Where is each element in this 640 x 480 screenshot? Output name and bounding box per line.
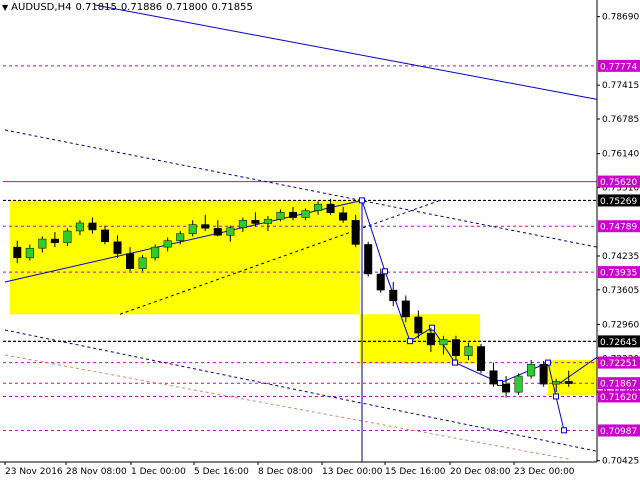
candle-body bbox=[276, 211, 285, 220]
forecast-node bbox=[553, 393, 559, 400]
level-label: 0.75269 bbox=[600, 197, 637, 207]
forecast-node bbox=[497, 380, 503, 387]
x-tick-label: 1 Dec 00:00 bbox=[131, 467, 186, 477]
candle-body bbox=[75, 222, 84, 232]
y-tick-label: 0.76140 bbox=[602, 150, 639, 160]
forecast-node bbox=[407, 338, 413, 345]
y-tick-label: 0.76785 bbox=[602, 115, 639, 125]
y-tick-label: 0.77415 bbox=[602, 81, 639, 91]
high-value: 0.71886 bbox=[120, 2, 163, 13]
candle-body bbox=[113, 241, 122, 254]
symbol-label: AUDUSD,H4 bbox=[11, 2, 72, 13]
x-tick-label: 23 Nov 2016 bbox=[5, 467, 63, 477]
candle-body bbox=[539, 363, 548, 385]
candle-body bbox=[226, 227, 235, 236]
zone-rect bbox=[548, 359, 597, 395]
candle-body bbox=[426, 332, 435, 346]
candle-body bbox=[439, 339, 448, 346]
open-value: 0.71815 bbox=[75, 2, 117, 13]
forecast-node bbox=[561, 427, 567, 434]
y-tick-label: 0.70425 bbox=[602, 457, 639, 467]
collapse-triangle-icon[interactable]: ▼ bbox=[2, 3, 8, 12]
candle-body bbox=[464, 346, 473, 356]
candle-body bbox=[100, 229, 110, 242]
candle-body bbox=[326, 203, 335, 213]
candle-body bbox=[288, 211, 298, 218]
candle-body bbox=[489, 370, 498, 385]
forecast-node bbox=[382, 268, 388, 275]
level-label: 0.74789 bbox=[600, 223, 637, 233]
candle-body bbox=[163, 240, 172, 248]
zones-layer bbox=[10, 200, 597, 395]
chart-header: ▼ AUDUSD,H4 0.71815 0.71886 0.71800 0.71855 bbox=[2, 2, 257, 13]
candle-body bbox=[251, 220, 260, 224]
level-label: 0.71867 bbox=[600, 380, 637, 390]
candle-body bbox=[213, 228, 222, 236]
candle-body bbox=[63, 230, 72, 244]
candle-body bbox=[151, 246, 160, 259]
trend-line bbox=[94, 4, 598, 100]
candle-body bbox=[414, 316, 423, 334]
y-tick-label: 0.72960 bbox=[602, 320, 639, 330]
candle-body bbox=[351, 220, 360, 245]
candle-body bbox=[339, 212, 348, 221]
forecast-node bbox=[452, 359, 458, 366]
candle-body bbox=[552, 381, 561, 385]
chart-canvas: 0.786900.774150.767850.761400.755100.742… bbox=[0, 0, 640, 477]
candle-body bbox=[50, 238, 59, 244]
candle-body bbox=[38, 238, 47, 249]
candle-body bbox=[564, 381, 573, 384]
level-label: 0.72645 bbox=[600, 338, 637, 348]
low-value: 0.71800 bbox=[166, 2, 208, 13]
candle-body bbox=[13, 246, 22, 259]
candle-body bbox=[88, 222, 97, 231]
candle-body bbox=[138, 257, 147, 269]
candle-body bbox=[401, 300, 410, 318]
level-label: 0.77774 bbox=[600, 62, 637, 72]
x-tick-label: 13 Dec 00:00 bbox=[322, 467, 383, 477]
chart-area[interactable]: 0.78690 0.77415 0.76785 0.76140 0.75510 0.742… bbox=[0, 0, 640, 480]
candle-body bbox=[527, 363, 536, 377]
level-label: 0.71620 bbox=[600, 393, 637, 403]
level-label: 0.70987 bbox=[600, 427, 637, 437]
candle-body bbox=[364, 244, 373, 275]
support-line bbox=[4, 354, 571, 460]
candle-body bbox=[126, 253, 135, 269]
candle-body bbox=[476, 346, 486, 371]
level-label: 0.73935 bbox=[600, 269, 637, 279]
forecast-node bbox=[359, 197, 365, 204]
x-tick-label: 28 Nov 08:00 bbox=[66, 467, 127, 477]
candle-body bbox=[188, 224, 197, 234]
candle-body bbox=[301, 210, 310, 218]
candle-body bbox=[238, 220, 247, 229]
forecast-node bbox=[429, 324, 435, 331]
x-tick-label: 8 Dec 08:00 bbox=[258, 467, 313, 477]
y-tick-label: 0.74235 bbox=[602, 252, 639, 262]
close-value: 0.71855 bbox=[211, 2, 253, 13]
candle-body bbox=[263, 218, 272, 224]
x-tick-label: 20 Dec 08:00 bbox=[450, 467, 511, 477]
x-tick-label: 5 Dec 16:00 bbox=[194, 467, 249, 477]
y-tick-label: 0.73605 bbox=[602, 286, 639, 296]
level-label: 0.72251 bbox=[600, 359, 637, 369]
x-tick-label: 15 Dec 16:00 bbox=[385, 467, 446, 477]
y-tick-label: 0.78690 bbox=[602, 13, 639, 23]
x-tick-label: 23 Dec 00:00 bbox=[514, 467, 575, 477]
candle-body bbox=[514, 375, 523, 393]
candle-body bbox=[201, 224, 210, 229]
candle-body bbox=[451, 339, 460, 356]
candle-body bbox=[314, 203, 323, 211]
candle-body bbox=[176, 233, 185, 241]
candle-body bbox=[502, 383, 511, 393]
level-label: 0.75620 bbox=[600, 178, 637, 188]
candle-body bbox=[25, 247, 34, 259]
candle-body bbox=[389, 289, 398, 302]
candle-body bbox=[376, 273, 385, 291]
